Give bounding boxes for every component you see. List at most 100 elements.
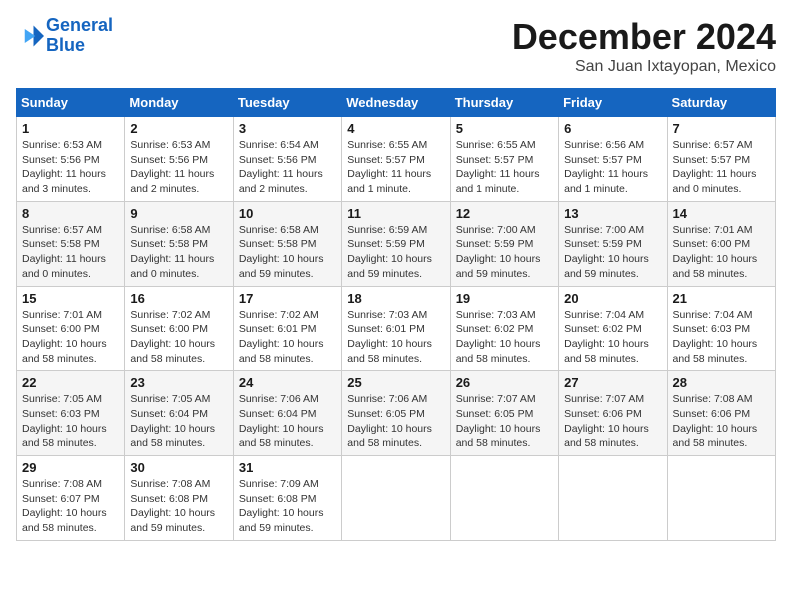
calendar-cell: 21 Sunrise: 7:04 AMSunset: 6:03 PMDayligh… — [667, 286, 775, 371]
day-info: Sunrise: 6:56 AMSunset: 5:57 PMDaylight:… — [564, 138, 661, 197]
calendar-cell: 16 Sunrise: 7:02 AMSunset: 6:00 PMDayligh… — [125, 286, 233, 371]
weekday-header-saturday: Saturday — [667, 89, 775, 117]
calendar-cell: 15 Sunrise: 7:01 AMSunset: 6:00 PMDayligh… — [17, 286, 125, 371]
day-number: 22 — [22, 375, 119, 390]
calendar-cell: 14 Sunrise: 7:01 AMSunset: 6:00 PMDayligh… — [667, 201, 775, 286]
day-number: 8 — [22, 206, 119, 221]
day-info: Sunrise: 6:55 AMSunset: 5:57 PMDaylight:… — [456, 138, 553, 197]
day-info: Sunrise: 7:04 AMSunset: 6:03 PMDaylight:… — [673, 308, 770, 367]
day-number: 27 — [564, 375, 661, 390]
day-info: Sunrise: 7:07 AMSunset: 6:05 PMDaylight:… — [456, 392, 553, 451]
day-number: 13 — [564, 206, 661, 221]
day-info: Sunrise: 7:02 AMSunset: 6:01 PMDaylight:… — [239, 308, 336, 367]
weekday-header-friday: Friday — [559, 89, 667, 117]
day-number: 18 — [347, 291, 444, 306]
day-info: Sunrise: 7:02 AMSunset: 6:00 PMDaylight:… — [130, 308, 227, 367]
day-number: 9 — [130, 206, 227, 221]
day-number: 1 — [22, 121, 119, 136]
day-info: Sunrise: 6:55 AMSunset: 5:57 PMDaylight:… — [347, 138, 444, 197]
day-info: Sunrise: 6:57 AMSunset: 5:58 PMDaylight:… — [22, 223, 119, 282]
calendar-cell: 3Sunrise: 6:54 AMSunset: 5:56 PMDaylight… — [233, 117, 341, 202]
day-number: 6 — [564, 121, 661, 136]
calendar-cell: 18Sunrise: 7:03 AMSunset: 6:01 PMDayligh… — [342, 286, 450, 371]
day-number: 26 — [456, 375, 553, 390]
weekday-header-sunday: Sunday — [17, 89, 125, 117]
logo-text: General Blue — [46, 16, 113, 56]
day-number: 14 — [673, 206, 770, 221]
calendar-cell: 7 Sunrise: 6:57 AMSunset: 5:57 PMDaylight… — [667, 117, 775, 202]
day-number: 11 — [347, 206, 444, 221]
day-number: 20 — [564, 291, 661, 306]
day-number: 2 — [130, 121, 227, 136]
day-info: Sunrise: 6:53 AMSunset: 5:56 PMDaylight:… — [130, 138, 227, 197]
day-info: Sunrise: 6:53 AMSunset: 5:56 PMDaylight:… — [22, 138, 119, 197]
calendar-cell: 11 Sunrise: 6:59 AMSunset: 5:59 PMDayligh… — [342, 201, 450, 286]
day-info: Sunrise: 7:09 AMSunset: 6:08 PMDaylight:… — [239, 477, 336, 536]
day-info: Sunrise: 7:01 AMSunset: 6:00 PMDaylight:… — [673, 223, 770, 282]
weekday-header-thursday: Thursday — [450, 89, 558, 117]
calendar-cell — [559, 456, 667, 541]
day-number: 4 — [347, 121, 444, 136]
calendar-cell: 19Sunrise: 7:03 AMSunset: 6:02 PMDayligh… — [450, 286, 558, 371]
month-title: December 2024 — [512, 16, 776, 58]
day-info: Sunrise: 7:00 AMSunset: 5:59 PMDaylight:… — [564, 223, 661, 282]
calendar-cell — [450, 456, 558, 541]
calendar-cell: 12Sunrise: 7:00 AMSunset: 5:59 PMDayligh… — [450, 201, 558, 286]
day-info: Sunrise: 6:59 AMSunset: 5:59 PMDaylight:… — [347, 223, 444, 282]
calendar-cell: 13 Sunrise: 7:00 AMSunset: 5:59 PMDayligh… — [559, 201, 667, 286]
day-number: 15 — [22, 291, 119, 306]
day-info: Sunrise: 6:54 AMSunset: 5:56 PMDaylight:… — [239, 138, 336, 197]
day-number: 30 — [130, 460, 227, 475]
calendar-cell: 1 Sunrise: 6:53 AMSunset: 5:56 PMDaylight… — [17, 117, 125, 202]
calendar-cell: 5Sunrise: 6:55 AMSunset: 5:57 PMDaylight… — [450, 117, 558, 202]
day-number: 21 — [673, 291, 770, 306]
day-info: Sunrise: 6:57 AMSunset: 5:57 PMDaylight:… — [673, 138, 770, 197]
day-info: Sunrise: 6:58 AMSunset: 5:58 PMDaylight:… — [130, 223, 227, 282]
day-info: Sunrise: 7:05 AMSunset: 6:04 PMDaylight:… — [130, 392, 227, 451]
logo-line2: Blue — [46, 35, 85, 55]
day-number: 10 — [239, 206, 336, 221]
day-number: 31 — [239, 460, 336, 475]
calendar-cell: 22 Sunrise: 7:05 AMSunset: 6:03 PMDayligh… — [17, 371, 125, 456]
day-info: Sunrise: 7:01 AMSunset: 6:00 PMDaylight:… — [22, 308, 119, 367]
calendar-cell: 29Sunrise: 7:08 AMSunset: 6:07 PMDayligh… — [17, 456, 125, 541]
calendar-cell: 28Sunrise: 7:08 AMSunset: 6:06 PMDayligh… — [667, 371, 775, 456]
calendar-cell — [667, 456, 775, 541]
calendar-cell: 9 Sunrise: 6:58 AMSunset: 5:58 PMDaylight… — [125, 201, 233, 286]
weekday-header-monday: Monday — [125, 89, 233, 117]
day-number: 23 — [130, 375, 227, 390]
day-number: 12 — [456, 206, 553, 221]
calendar-cell: 30 Sunrise: 7:08 AMSunset: 6:08 PMDayligh… — [125, 456, 233, 541]
title-area: December 2024 San Juan Ixtayopan, Mexico — [512, 16, 776, 76]
calendar-cell: 4 Sunrise: 6:55 AMSunset: 5:57 PMDaylight… — [342, 117, 450, 202]
calendar-cell: 2 Sunrise: 6:53 AMSunset: 5:56 PMDaylight… — [125, 117, 233, 202]
day-number: 16 — [130, 291, 227, 306]
calendar-cell: 6 Sunrise: 6:56 AMSunset: 5:57 PMDaylight… — [559, 117, 667, 202]
logo-icon — [16, 22, 44, 50]
day-number: 24 — [239, 375, 336, 390]
day-info: Sunrise: 7:05 AMSunset: 6:03 PMDaylight:… — [22, 392, 119, 451]
day-info: Sunrise: 6:58 AMSunset: 5:58 PMDaylight:… — [239, 223, 336, 282]
location-title: San Juan Ixtayopan, Mexico — [512, 58, 776, 76]
day-number: 7 — [673, 121, 770, 136]
day-number: 19 — [456, 291, 553, 306]
calendar-cell: 25Sunrise: 7:06 AMSunset: 6:05 PMDayligh… — [342, 371, 450, 456]
day-info: Sunrise: 7:06 AMSunset: 6:04 PMDaylight:… — [239, 392, 336, 451]
calendar-cell: 24 Sunrise: 7:06 AMSunset: 6:04 PMDayligh… — [233, 371, 341, 456]
calendar-cell — [342, 456, 450, 541]
calendar-cell: 31 Sunrise: 7:09 AMSunset: 6:08 PMDayligh… — [233, 456, 341, 541]
calendar-cell: 27 Sunrise: 7:07 AMSunset: 6:06 PMDayligh… — [559, 371, 667, 456]
calendar-cell: 17Sunrise: 7:02 AMSunset: 6:01 PMDayligh… — [233, 286, 341, 371]
calendar-cell: 20Sunrise: 7:04 AMSunset: 6:02 PMDayligh… — [559, 286, 667, 371]
day-info: Sunrise: 7:07 AMSunset: 6:06 PMDaylight:… — [564, 392, 661, 451]
day-info: Sunrise: 7:08 AMSunset: 6:06 PMDaylight:… — [673, 392, 770, 451]
calendar-cell: 10 Sunrise: 6:58 AMSunset: 5:58 PMDayligh… — [233, 201, 341, 286]
calendar-week-1: 1 Sunrise: 6:53 AMSunset: 5:56 PMDaylight… — [17, 117, 776, 202]
calendar-cell: 23 Sunrise: 7:05 AMSunset: 6:04 PMDayligh… — [125, 371, 233, 456]
logo-line1: General — [46, 15, 113, 35]
day-number: 25 — [347, 375, 444, 390]
weekday-header-row: SundayMondayTuesdayWednesdayThursdayFrid… — [17, 89, 776, 117]
calendar-week-4: 22 Sunrise: 7:05 AMSunset: 6:03 PMDayligh… — [17, 371, 776, 456]
day-info: Sunrise: 7:08 AMSunset: 6:08 PMDaylight:… — [130, 477, 227, 536]
calendar-cell: 8 Sunrise: 6:57 AMSunset: 5:58 PMDaylight… — [17, 201, 125, 286]
